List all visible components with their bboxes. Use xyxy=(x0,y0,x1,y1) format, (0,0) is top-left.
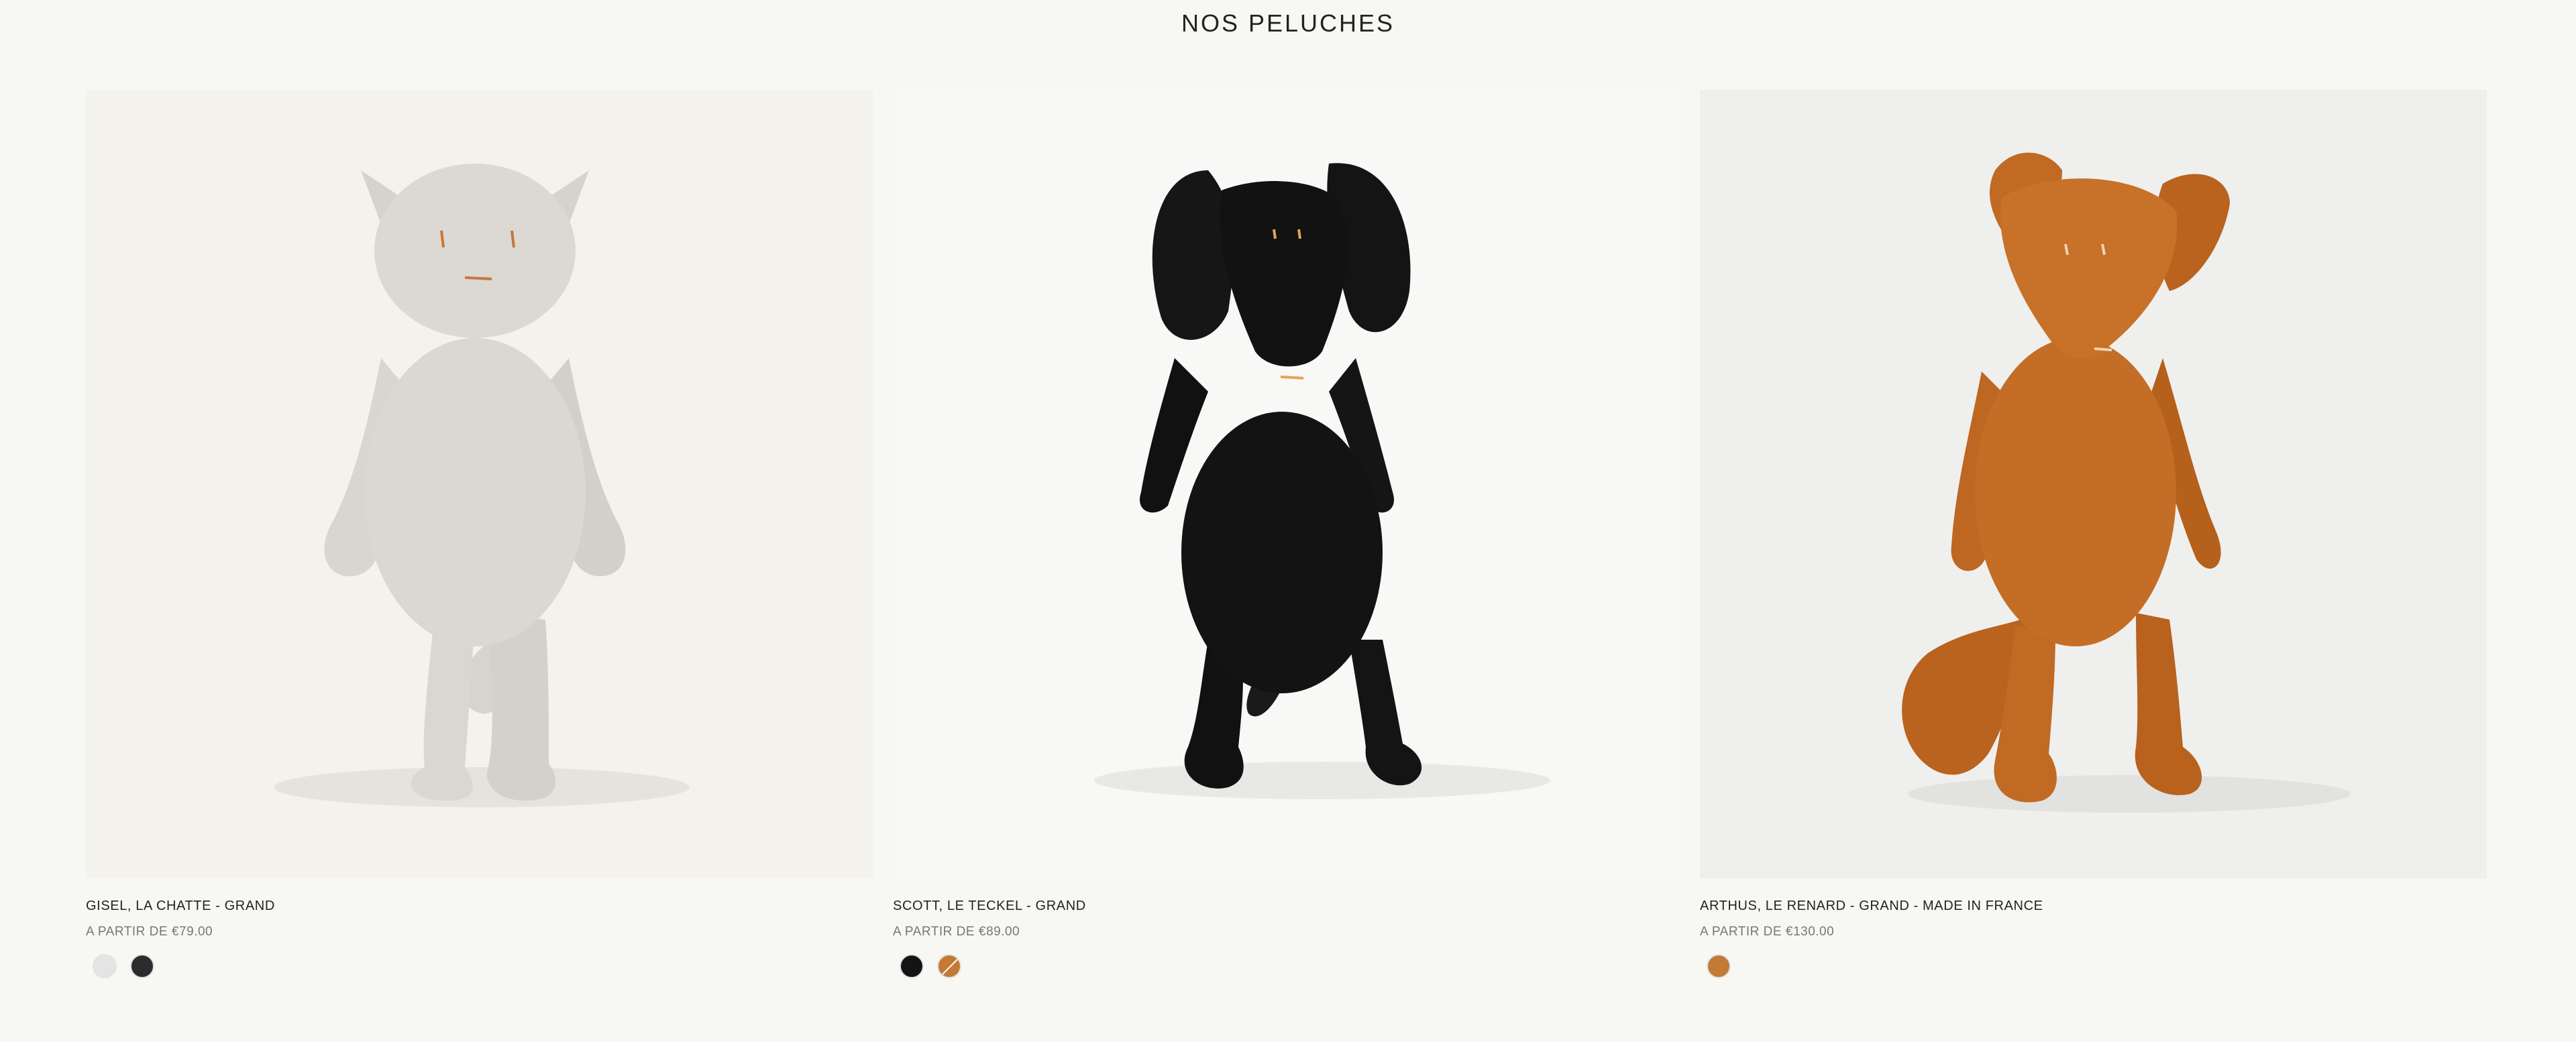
product-card-gisel[interactable]: GISEL, LA CHATTE - GRAND A PARTIR DE €79.… xyxy=(86,90,873,978)
price-prefix: A PARTIR DE xyxy=(1700,925,1782,939)
product-image-scott[interactable] xyxy=(893,90,1680,878)
product-title-scott[interactable]: SCOTT, LE TECKEL - GRAND xyxy=(893,899,1680,914)
product-price-gisel: A PARTIR DE €79.00 xyxy=(86,925,873,939)
orange-fox-plush-icon xyxy=(1902,152,2351,813)
product-grid: GISEL, LA CHATTE - GRAND A PARTIR DE €79.… xyxy=(86,90,2487,978)
product-card-arthus[interactable]: ARTHUS, LE RENARD - GRAND - MADE IN FRAN… xyxy=(1700,90,2487,978)
price-value: €89.00 xyxy=(979,925,1020,939)
color-swatches-scott xyxy=(893,954,1680,978)
price-prefix: A PARTIR DE xyxy=(893,925,975,939)
product-title-arthus[interactable]: ARTHUS, LE RENARD - GRAND - MADE IN FRAN… xyxy=(1700,899,2487,914)
color-swatches-gisel xyxy=(86,954,873,978)
price-value: €130.00 xyxy=(1786,925,1835,939)
color-swatches-arthus xyxy=(1700,954,2487,978)
product-image-arthus[interactable] xyxy=(1700,90,2487,878)
collection-page: NOS PELUCHES GISEL, LA CHATTE - GRAND A … xyxy=(0,0,2576,1042)
collection-title: NOS PELUCHES xyxy=(1181,9,1395,37)
swatch-charcoal[interactable] xyxy=(130,954,154,978)
product-image-gisel[interactable] xyxy=(86,90,873,878)
product-title-gisel[interactable]: GISEL, LA CHATTE - GRAND xyxy=(86,899,873,914)
price-value: €79.00 xyxy=(172,925,213,939)
product-card-scott[interactable]: SCOTT, LE TECKEL - GRAND A PARTIR DE €89.… xyxy=(893,90,1680,978)
swatch-black[interactable] xyxy=(900,954,924,978)
price-prefix: A PARTIR DE xyxy=(86,925,168,939)
grey-cat-plush-icon xyxy=(274,164,690,807)
swatch-caramel-sold-out[interactable] xyxy=(937,954,961,978)
product-price-scott: A PARTIR DE €89.00 xyxy=(893,925,1680,939)
swatch-light-grey[interactable] xyxy=(93,954,117,978)
black-dachshund-plush-icon xyxy=(1094,163,1550,799)
swatch-rust-orange[interactable] xyxy=(1707,954,1731,978)
product-price-arthus: A PARTIR DE €130.00 xyxy=(1700,925,2487,939)
